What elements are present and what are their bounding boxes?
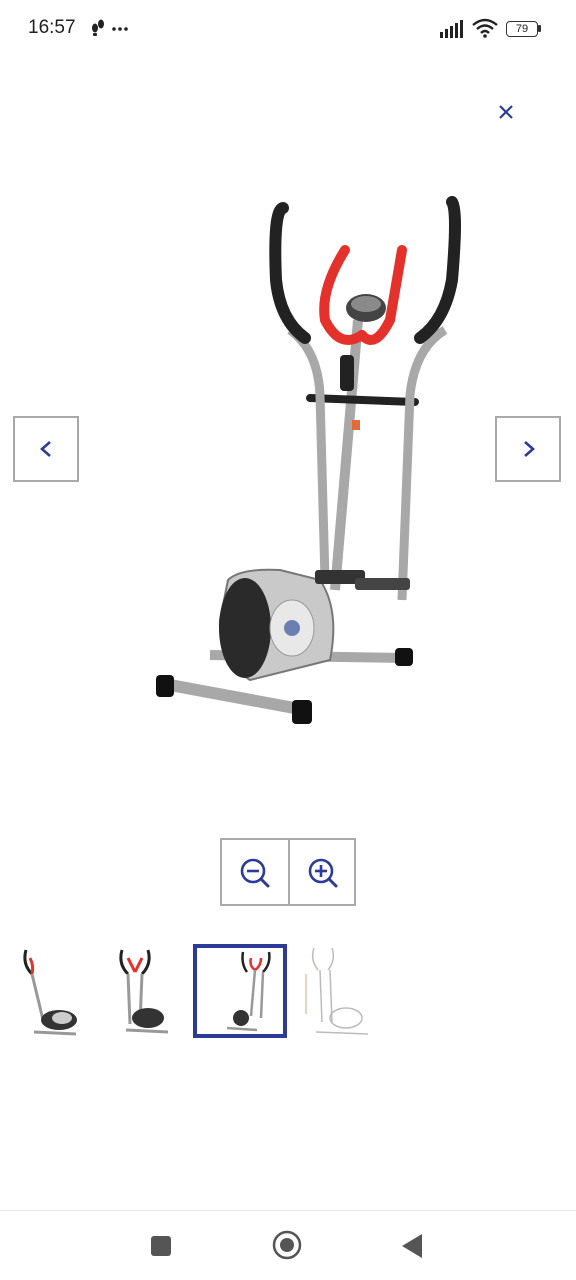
- wifi-icon: [472, 18, 498, 38]
- status-bar: 16:57 79: [0, 0, 576, 58]
- footsteps-icon: [92, 19, 104, 36]
- triangle-back-icon: [402, 1234, 422, 1258]
- chevron-right-icon: [524, 441, 535, 457]
- more-dots-icon: [112, 27, 128, 31]
- battery-indicator: 79: [506, 21, 538, 37]
- zoom-in-button[interactable]: [288, 840, 356, 904]
- square-icon: [151, 1236, 171, 1256]
- pedals: [315, 570, 410, 590]
- flywheel-housing: [218, 568, 335, 682]
- close-icon: [499, 105, 513, 119]
- recents-button[interactable]: [150, 1235, 172, 1262]
- back-button[interactable]: [400, 1233, 424, 1264]
- android-navigation-bar: [0, 1210, 576, 1280]
- battery-level: 79: [515, 23, 529, 35]
- battery-tip: [538, 25, 541, 32]
- elliptical-trainer-side-thumbnail: [23, 949, 77, 1036]
- previous-image-button[interactable]: [13, 416, 79, 482]
- notification-icons: [90, 19, 130, 44]
- elliptical-trainer-front-thumbnail: [119, 949, 169, 1034]
- product-image-elliptical-trainer: [156, 196, 461, 724]
- thumbnail-3-selected[interactable]: [193, 944, 287, 1038]
- elliptical-trainer-dimensions-thumbnail: [305, 947, 369, 1035]
- thumbnail-2[interactable]: [98, 944, 192, 1038]
- zoom-controls: [220, 838, 356, 906]
- circle-home-icon: [272, 1230, 302, 1260]
- close-button[interactable]: [490, 96, 522, 128]
- zoom-in-icon: [308, 858, 338, 888]
- clock-time: 16:57: [28, 17, 76, 38]
- elliptical-trainer-angle-thumbnail: [226, 951, 271, 1032]
- thumbnail-1[interactable]: [4, 944, 98, 1038]
- zoom-out-icon: [240, 858, 270, 888]
- zoom-out-button[interactable]: [222, 840, 288, 904]
- home-button[interactable]: [272, 1230, 302, 1265]
- thumbnail-4[interactable]: [292, 944, 386, 1038]
- next-image-button[interactable]: [495, 416, 561, 482]
- red-handlebars: [319, 245, 407, 345]
- signal-bars-icon: [440, 20, 463, 38]
- chevron-left-icon: [40, 441, 51, 457]
